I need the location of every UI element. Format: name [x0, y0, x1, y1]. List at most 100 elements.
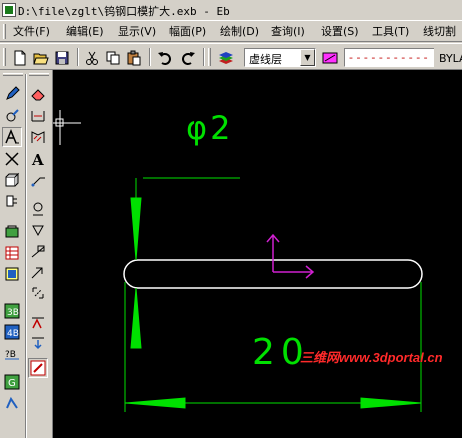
menu-wirecut[interactable]: 线切割	[423, 24, 456, 40]
toolbar-grip[interactable]	[208, 48, 211, 66]
save-button[interactable]	[52, 48, 72, 67]
menu-bar: 文件(F) 编辑(E) 显示(V) 幅面(P) 绘制(D) 查询(I) 设置(S…	[0, 20, 462, 42]
svg-text:A: A	[31, 151, 44, 167]
axis-marker	[266, 233, 315, 279]
menu-settings[interactable]: 设置(S)	[321, 24, 359, 40]
redo-button[interactable]	[178, 48, 198, 67]
linetype-select-value: - - - - - - - - - - -	[349, 51, 428, 64]
view-3b-alt-button[interactable]: ?B	[2, 343, 22, 363]
bylayer-label: BYLA	[439, 52, 462, 65]
cut-button[interactable]	[82, 48, 102, 67]
section-tool-button[interactable]	[28, 283, 48, 303]
tolerance-tool-button[interactable]	[28, 241, 48, 261]
part-number-button[interactable]	[28, 312, 48, 332]
leader-tool-button[interactable]	[28, 170, 48, 190]
datum-icon	[32, 225, 44, 237]
drawing-canvas[interactable]: φ2 20	[53, 70, 462, 438]
weld-tool-button[interactable]	[28, 262, 48, 282]
eraser-tool-button[interactable]	[28, 84, 48, 104]
pen-tool-button[interactable]	[2, 84, 22, 104]
table-tool-button[interactable]	[2, 243, 22, 263]
generate-g-button[interactable]: G	[2, 372, 22, 392]
weld-icon	[31, 267, 43, 279]
view-3b-button[interactable]: 3B	[2, 301, 22, 321]
g-code-icon: G	[4, 374, 20, 390]
undo-button[interactable]	[155, 48, 175, 67]
new-file-icon	[14, 50, 26, 65]
menu-grip[interactable]	[3, 24, 6, 39]
batch-tool-button[interactable]	[28, 358, 48, 378]
surface-finish-button[interactable]	[28, 199, 48, 219]
save-icon	[55, 51, 69, 64]
surface-finish-icon	[33, 202, 43, 216]
trim-tool-button[interactable]	[2, 149, 22, 169]
svg-text:G: G	[8, 378, 16, 389]
text-tool-button[interactable]	[2, 127, 22, 147]
thread-icon	[6, 195, 17, 207]
view-3b-icon: 3B	[4, 303, 20, 319]
copy-button[interactable]	[103, 48, 123, 67]
part-number-icon	[32, 317, 44, 329]
toolbar-grip[interactable]	[3, 48, 6, 66]
left-toolbar-column-separator	[25, 74, 27, 438]
menu-view[interactable]: 显示(V)	[118, 24, 156, 40]
undo-icon	[158, 51, 171, 65]
dimension-tool-button[interactable]	[28, 106, 48, 126]
window-title: D:\file\zglt\钨钢口模扩大.exb - Eb	[18, 5, 230, 18]
new-file-button[interactable]	[10, 48, 30, 67]
frame-tool-button[interactable]	[2, 264, 22, 284]
toolbar-separator	[77, 48, 79, 66]
watermark-url: www.3dportal.cn	[339, 350, 443, 365]
edit-tool-button[interactable]	[2, 106, 22, 126]
layer-select-value: 虚线层	[249, 53, 282, 66]
open-folder-icon	[33, 53, 49, 64]
menu-file[interactable]: 文件(F)	[13, 24, 50, 40]
left-toolbar-grip-2[interactable]	[29, 73, 49, 76]
menu-tools[interactable]: 工具(T)	[372, 24, 409, 40]
app-icon	[2, 3, 16, 17]
block-icon	[5, 172, 20, 187]
layers-icon	[219, 51, 233, 64]
leader-icon	[31, 177, 45, 187]
detail-view-button[interactable]	[28, 333, 48, 353]
menu-edit[interactable]: 编辑(E)	[66, 24, 104, 40]
frame-icon	[5, 267, 19, 281]
datum-tool-button[interactable]	[28, 220, 48, 240]
diameter-label: φ2	[186, 109, 234, 147]
left-toolbar-grip[interactable]	[3, 73, 23, 76]
title-bar: D:\file\zglt\钨钢口模扩大.exb - Eb	[0, 0, 462, 20]
block-tool-button[interactable]	[2, 170, 22, 190]
linetype-select[interactable]: - - - - - - - - - - -	[344, 48, 434, 67]
diameter-dimension	[130, 177, 240, 349]
menu-query[interactable]: 查询(I)	[271, 24, 305, 40]
library-icon	[5, 225, 19, 238]
layer-dropdown-arrow[interactable]: ▼	[300, 49, 315, 66]
process-icon	[6, 396, 18, 409]
watermark: 三维网www.3dportal.cn	[300, 347, 443, 366]
text-a-bold-icon: A	[31, 151, 44, 167]
dimension-icon	[31, 111, 45, 122]
paste-button[interactable]	[124, 48, 144, 67]
layer-select[interactable]: 虚线层 ▼	[244, 48, 316, 67]
layer-manager-button[interactable]	[216, 48, 236, 67]
color-button[interactable]	[320, 48, 340, 67]
open-file-button[interactable]	[31, 48, 51, 67]
drawing-svg	[53, 110, 423, 412]
svg-text:4B: 4B	[7, 329, 19, 339]
toolbar-separator	[149, 48, 151, 66]
batch-icon	[30, 360, 46, 376]
process-button[interactable]	[2, 393, 22, 413]
watermark-brand: 三维网	[300, 350, 340, 365]
standard-toolbar: 虚线层 ▼ - - - - - - - - - - - BYLA	[0, 43, 462, 70]
library-tool-button[interactable]	[2, 222, 22, 242]
copy-icon	[106, 51, 120, 64]
eraser-icon	[31, 89, 45, 101]
toolbar-separator	[203, 48, 205, 66]
view-4b-button[interactable]: 4B	[2, 322, 22, 342]
thread-tool-button[interactable]	[2, 191, 22, 211]
text-insert-button[interactable]: A	[28, 149, 48, 169]
pen-icon	[6, 86, 20, 100]
menu-draw[interactable]: 绘制(D)	[220, 24, 259, 40]
hatch-tool-button[interactable]	[28, 127, 48, 147]
menu-page[interactable]: 幅面(P)	[169, 24, 206, 40]
